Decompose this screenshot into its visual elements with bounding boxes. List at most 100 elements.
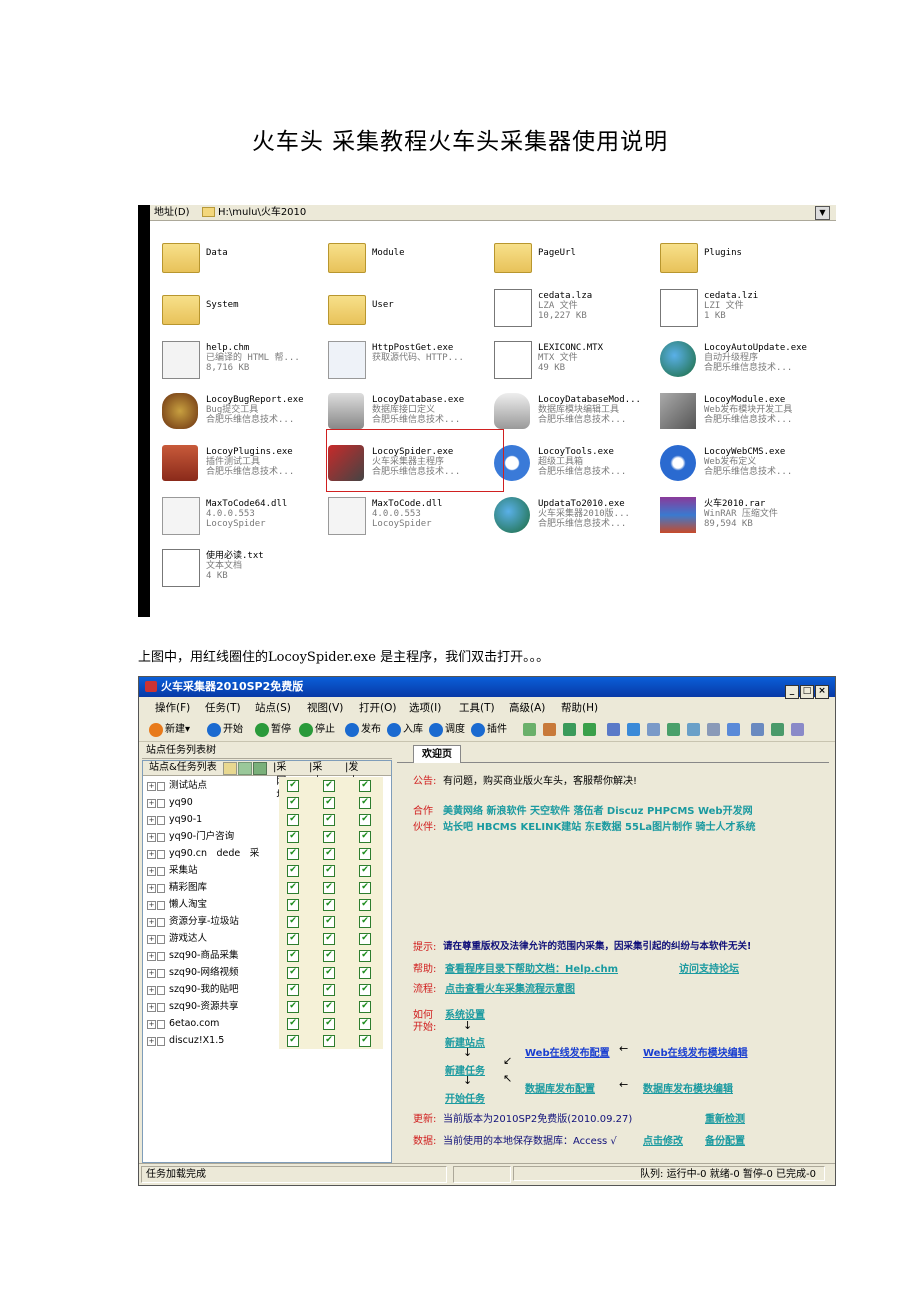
collect-content-checkbox[interactable]: ✔ bbox=[323, 1018, 335, 1030]
file-item[interactable]: LocoyWebCMS.exe Web发布定义 合肥乐维信息技术... bbox=[660, 443, 826, 487]
toolbar-icon-6[interactable] bbox=[627, 723, 640, 736]
site-row[interactable]: + yq90 ✔ ✔ ✔ bbox=[143, 794, 391, 811]
publish-content-checkbox[interactable]: ✔ bbox=[359, 950, 371, 962]
collect-content-checkbox[interactable]: ✔ bbox=[323, 831, 335, 843]
site-row[interactable]: + 测试站点 ✔ ✔ ✔ bbox=[143, 777, 391, 794]
site-row[interactable]: + yq90-1 ✔ ✔ ✔ bbox=[143, 811, 391, 828]
site-row[interactable]: + 游戏达人 ✔ ✔ ✔ bbox=[143, 930, 391, 947]
collect-url-checkbox[interactable]: ✔ bbox=[287, 780, 299, 792]
menu-item-open[interactable]: 打开(O) bbox=[359, 699, 396, 717]
toolbar-icon-13[interactable] bbox=[771, 723, 784, 736]
publish-content-checkbox[interactable]: ✔ bbox=[359, 967, 371, 979]
menu-item-operate[interactable]: 操作(F) bbox=[155, 699, 190, 717]
collect-content-checkbox[interactable]: ✔ bbox=[323, 797, 335, 809]
collect-url-checkbox[interactable]: ✔ bbox=[287, 967, 299, 979]
collect-url-checkbox[interactable]: ✔ bbox=[287, 814, 299, 826]
toolbar-icon-12[interactable] bbox=[751, 723, 764, 736]
backup-config-link[interactable]: 备份配置 bbox=[705, 1132, 745, 1147]
column-header-url[interactable]: |采网址 bbox=[273, 761, 286, 801]
site-row[interactable]: + 懒人淘宝 ✔ ✔ ✔ bbox=[143, 896, 391, 913]
file-item[interactable]: UpdataTo2010.exe 火车采集器2010版... 合肥乐维信息技术... bbox=[494, 495, 660, 539]
collect-content-checkbox[interactable]: ✔ bbox=[323, 899, 335, 911]
start-task-link[interactable]: 开始任务 bbox=[445, 1090, 485, 1105]
expand-icon[interactable]: + bbox=[147, 918, 156, 927]
menu-item-help[interactable]: 帮助(H) bbox=[561, 699, 598, 717]
stop-button[interactable]: 停止 bbox=[299, 719, 335, 741]
file-item[interactable]: Data bbox=[162, 235, 328, 279]
menu-item-options[interactable]: 选项(I) bbox=[409, 699, 441, 717]
site-row[interactable]: + szq90-资源共享 ✔ ✔ ✔ bbox=[143, 998, 391, 1015]
toolbar-icon-2[interactable] bbox=[543, 723, 556, 736]
column-header-content[interactable]: |采内容 bbox=[309, 761, 322, 801]
collect-url-checkbox[interactable]: ✔ bbox=[287, 984, 299, 996]
toolbar-icon-1[interactable] bbox=[523, 723, 536, 736]
db-module-edit-link[interactable]: 数据库发布模块编辑 bbox=[643, 1080, 733, 1095]
toolbar-icon-5[interactable] bbox=[607, 723, 620, 736]
toolbar-icon-9[interactable] bbox=[687, 723, 700, 736]
schedule-button[interactable]: 调度 bbox=[429, 719, 465, 741]
collect-url-checkbox[interactable]: ✔ bbox=[287, 933, 299, 945]
collect-url-checkbox[interactable]: ✔ bbox=[287, 1018, 299, 1030]
publish-content-checkbox[interactable]: ✔ bbox=[359, 882, 371, 894]
file-item[interactable]: System bbox=[162, 287, 328, 331]
web-publish-config-link[interactable]: Web在线发布配置 bbox=[525, 1044, 610, 1059]
expand-icon[interactable]: + bbox=[147, 901, 156, 910]
expand-icon[interactable]: + bbox=[147, 952, 156, 961]
file-item[interactable]: User bbox=[328, 287, 494, 331]
collect-url-checkbox[interactable]: ✔ bbox=[287, 916, 299, 928]
file-item[interactable]: 火车2010.rar WinRAR 压缩文件 89,594 KB bbox=[660, 495, 826, 539]
expand-icon[interactable]: + bbox=[147, 1003, 156, 1012]
menu-item-task[interactable]: 任务(T) bbox=[205, 699, 241, 717]
collect-url-checkbox[interactable]: ✔ bbox=[287, 1035, 299, 1047]
add-icon[interactable] bbox=[223, 762, 237, 775]
collect-url-checkbox[interactable]: ✔ bbox=[287, 797, 299, 809]
forum-link[interactable]: 访问支持论坛 bbox=[679, 960, 739, 975]
publish-content-checkbox[interactable]: ✔ bbox=[359, 1035, 371, 1047]
start-button[interactable]: 开始 bbox=[207, 719, 243, 741]
site-row[interactable]: + 精彩图库 ✔ ✔ ✔ bbox=[143, 879, 391, 896]
publish-content-checkbox[interactable]: ✔ bbox=[359, 916, 371, 928]
site-row[interactable]: +6etao.com ✔ ✔ ✔ bbox=[143, 1015, 391, 1032]
publish-content-checkbox[interactable]: ✔ bbox=[359, 1018, 371, 1030]
file-item[interactable]: Plugins bbox=[660, 235, 826, 279]
publish-content-checkbox[interactable]: ✔ bbox=[359, 831, 371, 843]
file-item[interactable]: HttpPostGet.exe 获取源代码、HTTP... bbox=[328, 339, 494, 383]
column-header-sites[interactable]: 站点&任务列表 bbox=[149, 761, 217, 775]
file-item[interactable]: MaxToCode.dll 4.0.0.553 LocoySpider bbox=[328, 495, 494, 539]
site-row[interactable]: + yq90.cn dede 采 ✔ ✔ ✔ bbox=[143, 845, 391, 862]
file-item[interactable]: 使用必读.txt 文本文档 4 KB bbox=[162, 547, 328, 591]
file-item[interactable]: LocoyPlugins.exe 插件测试工具 合肥乐维信息技术... bbox=[162, 443, 328, 487]
expand-icon[interactable]: + bbox=[147, 782, 156, 791]
menu-item-advanced[interactable]: 高级(A) bbox=[509, 699, 545, 717]
db-publish-config-link[interactable]: 数据库发布配置 bbox=[525, 1080, 595, 1095]
expand-icon[interactable]: + bbox=[147, 816, 156, 825]
site-row[interactable]: + szq90-商品采集 ✔ ✔ ✔ bbox=[143, 947, 391, 964]
collect-content-checkbox[interactable]: ✔ bbox=[323, 848, 335, 860]
collect-content-checkbox[interactable]: ✔ bbox=[323, 950, 335, 962]
publish-content-checkbox[interactable]: ✔ bbox=[359, 780, 371, 792]
collect-content-checkbox[interactable]: ✔ bbox=[323, 814, 335, 826]
site-row[interactable]: + szq90-网络视频 ✔ ✔ ✔ bbox=[143, 964, 391, 981]
menu-item-view[interactable]: 视图(V) bbox=[307, 699, 343, 717]
collect-url-checkbox[interactable]: ✔ bbox=[287, 950, 299, 962]
flow-link[interactable]: 点击查看火车采集流程示意图 bbox=[445, 980, 575, 995]
file-item[interactable]: MaxToCode64.dll 4.0.0.553 LocoySpider bbox=[162, 495, 328, 539]
file-item[interactable]: LocoyTools.exe 超级工具箱 合肥乐维信息技术... bbox=[494, 443, 660, 487]
collect-content-checkbox[interactable]: ✔ bbox=[323, 1001, 335, 1013]
menu-item-site[interactable]: 站点(S) bbox=[255, 699, 291, 717]
tab-welcome[interactable]: 欢迎页 bbox=[413, 745, 461, 763]
new-button[interactable]: 新建 ▾ bbox=[149, 719, 190, 741]
web-module-edit-link[interactable]: Web在线发布模块编辑 bbox=[643, 1044, 748, 1059]
toolbar-icon-7[interactable] bbox=[647, 723, 660, 736]
toolbar-icon-14[interactable] bbox=[791, 723, 804, 736]
collect-url-checkbox[interactable]: ✔ bbox=[287, 831, 299, 843]
modify-link[interactable]: 点击修改 bbox=[643, 1132, 683, 1147]
collect-content-checkbox[interactable]: ✔ bbox=[323, 967, 335, 979]
refresh-icon[interactable] bbox=[253, 762, 267, 775]
toolbar-icon-10[interactable] bbox=[707, 723, 720, 736]
edit-icon[interactable] bbox=[238, 762, 252, 775]
column-header-publish[interactable]: |发内容 bbox=[345, 761, 358, 801]
recheck-link[interactable]: 重新检测 bbox=[705, 1110, 745, 1125]
collect-content-checkbox[interactable]: ✔ bbox=[323, 865, 335, 877]
file-item[interactable]: cedata.lza LZA 文件 10,227 KB bbox=[494, 287, 660, 331]
